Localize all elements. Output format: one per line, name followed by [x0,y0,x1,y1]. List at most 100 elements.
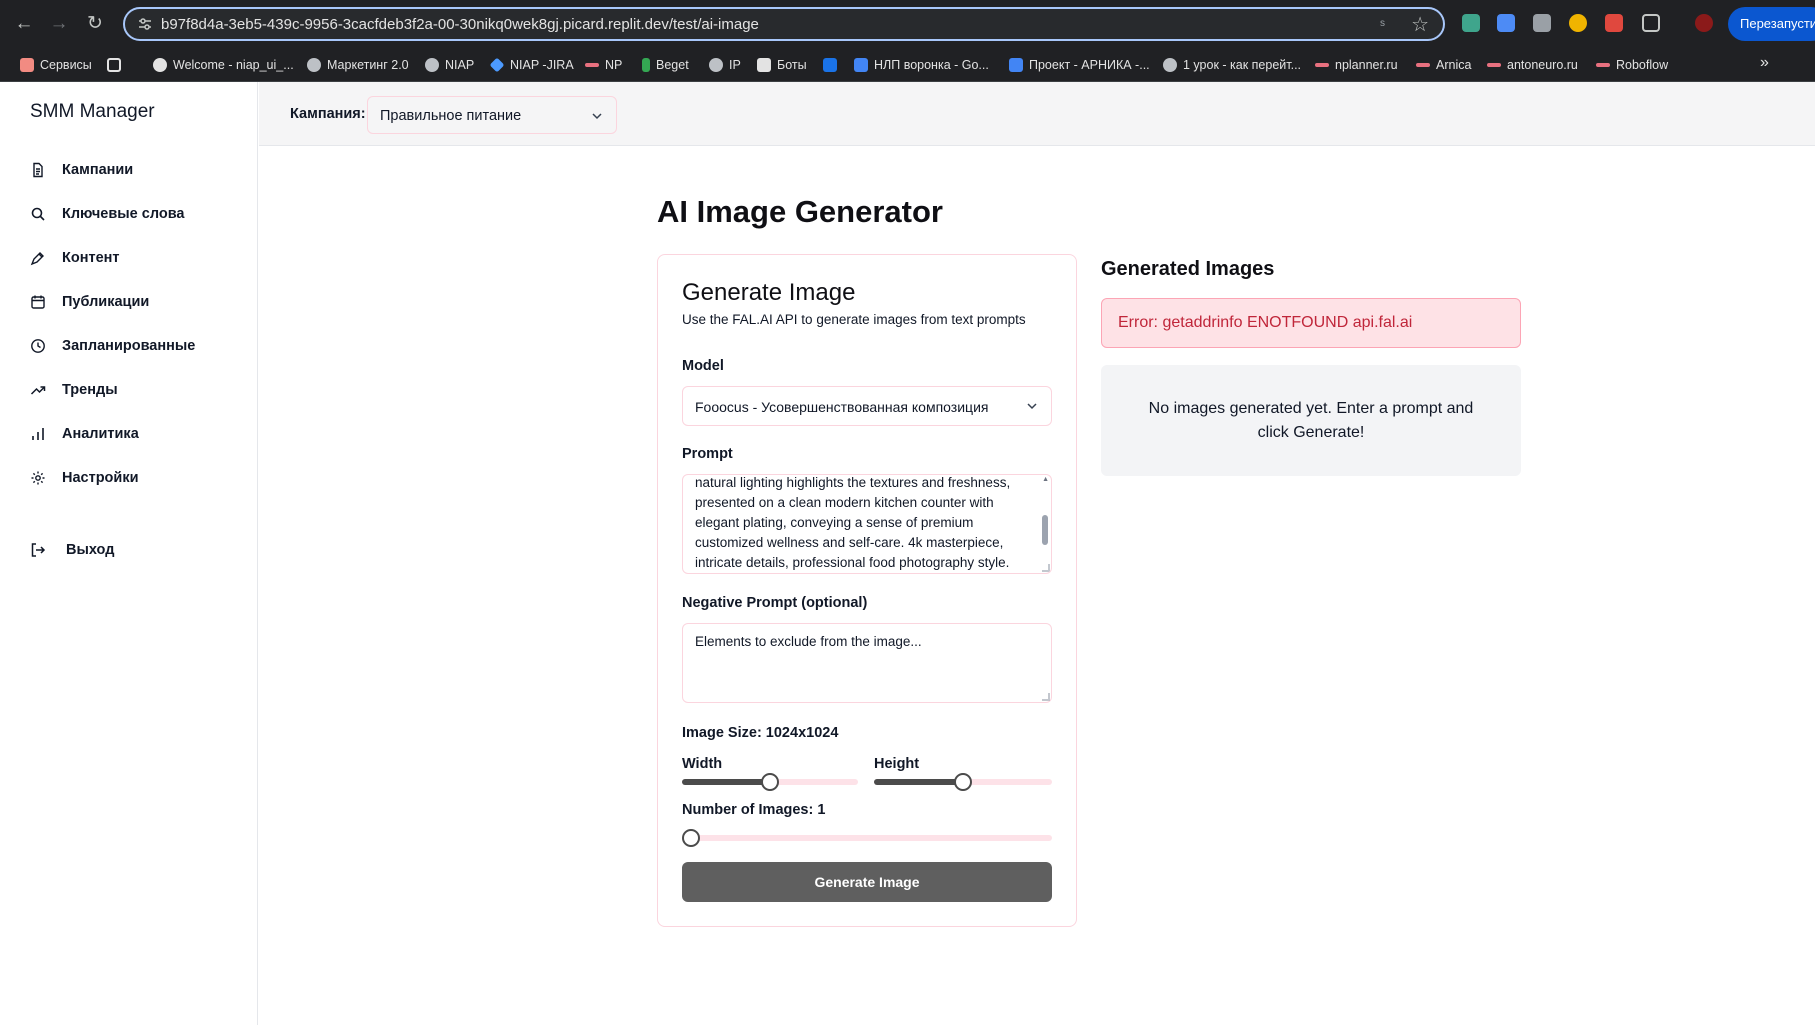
model-label: Model [682,358,724,374]
docs-icon [1009,58,1023,72]
error-alert: Error: getaddrinfo ENOTFOUND api.fal.ai [1101,298,1521,348]
sidebar-item-scheduled[interactable]: Запланированные [30,335,195,357]
sidebar-item-keywords[interactable]: Ключевые слова [30,203,185,225]
extension-camera-icon[interactable] [1533,14,1551,32]
extension-color-icon[interactable] [1569,14,1587,32]
extension-red-icon[interactable] [1605,14,1623,32]
prompt-label: Prompt [682,446,733,462]
height-slider-fill [874,779,963,785]
bookmark-welcome[interactable]: Welcome - niap_ui_... [153,56,294,74]
globe-icon [1163,58,1177,72]
bookmark-marketing[interactable]: Маркетинг 2.0 [307,56,409,74]
bookmark-nplanner[interactable]: nplanner.ru [1315,56,1398,74]
bookmark-bots[interactable]: Боты [757,56,807,74]
error-message: Error: getaddrinfo ENOTFOUND api.fal.ai [1118,314,1413,331]
height-label: Height [874,756,920,772]
extension-image-icon[interactable] [1462,14,1480,32]
empty-state: No images generated yet. Enter a prompt … [1101,365,1521,476]
bar-chart-icon [32,428,44,440]
generate-image-button[interactable]: Generate Image [682,862,1052,902]
campaign-select[interactable]: Правильное питание [367,96,617,134]
profile-hint: s [1380,18,1385,29]
bookmark-beget[interactable]: Beget [642,56,689,74]
campaign-select-value: Правильное питание [380,108,522,124]
pen-icon [30,252,44,266]
sidebar-item-trends[interactable]: Тренды [30,379,118,401]
bookmark-np[interactable]: NP [585,56,622,74]
link-icon [1315,63,1329,67]
height-slider[interactable] [874,773,1052,791]
link-icon [1487,63,1501,67]
extension-screenshot-icon[interactable] [1497,14,1515,32]
prompt-scroll-thumb[interactable] [1042,515,1048,545]
width-slider-thumb[interactable] [761,773,779,791]
bookmark-grid[interactable] [107,56,121,74]
logout-button[interactable]: Выход [30,539,114,561]
bookmark-lesson-1[interactable]: 1 урок - как перейт... [1163,56,1301,74]
sidebar: SMM Manager Кампании Ключевые слова Конт… [0,82,258,1025]
address-bar[interactable]: b97f8d4a-3eb5-439c-9956-3cacfdeb3f2a-00-… [123,7,1445,41]
calendar-icon [31,295,45,309]
sidebar-item-settings[interactable]: Настройки [30,467,139,489]
bookmark-ip[interactable]: IP [709,56,741,74]
bookmark-nlp-funnel[interactable]: НЛП воронка - Go... [854,56,989,74]
sidebar-item-content[interactable]: Контент [30,247,120,269]
bookmark-arnica[interactable]: Arnica [1416,56,1471,74]
reload-icon[interactable]: ↻ [82,11,108,37]
docs-icon [854,58,868,72]
image-size-label: Image Size: 1024x1024 [682,725,839,741]
empty-state-message: No images generated yet. Enter a prompt … [1148,400,1474,441]
url-text[interactable]: b97f8d4a-3eb5-439c-9956-3cacfdeb3f2a-00-… [161,16,759,33]
form-title: Generate Image [682,279,856,306]
profile-avatar-icon[interactable] [1695,14,1713,32]
sidebar-item-analytics[interactable]: Аналитика [30,423,139,445]
image-count-slider-thumb[interactable] [682,829,700,847]
negative-prompt-placeholder: Elements to exclude from the image... [695,634,922,649]
width-label: Width [682,756,723,772]
grid-icon [107,58,121,72]
trello-icon [823,58,837,72]
settings-icon [31,471,45,485]
clock-icon [31,339,45,353]
top-bar: Кампания: Правильное питание [259,82,1815,146]
globe-icon [425,58,439,72]
bookmark-niap[interactable]: NIAP [425,56,474,74]
trending-icon [30,386,46,395]
height-slider-thumb[interactable] [954,773,972,791]
resize-handle-icon[interactable] [1042,564,1050,572]
chevron-down-icon [592,113,602,120]
forward-arrow-icon[interactable]: → [46,11,72,37]
negative-prompt-textarea[interactable]: Elements to exclude from the image... [682,623,1052,703]
bookmark-arnika-project[interactable]: Проект - АРНИКА -... [1009,56,1150,74]
restart-browser-button[interactable]: Перезапустить [1728,7,1815,41]
resize-handle-icon[interactable] [1042,693,1050,701]
width-slider-fill [682,779,770,785]
back-arrow-icon[interactable]: ← [11,11,37,37]
more-bookmarks-icon[interactable]: » [1760,54,1769,72]
model-select[interactable]: Fooocus - Усовершенствованная композиция [682,386,1052,426]
bookmark-antoneuro[interactable]: antoneuro.ru [1487,56,1578,74]
sidebar-item-publications[interactable]: Публикации [30,291,149,313]
prompt-textarea[interactable]: natural lighting highlights the textures… [682,474,1052,574]
apps-icon [20,58,34,72]
generate-form-card: Generate Image Use the FAL.AI API to gen… [657,254,1077,927]
bookmark-services[interactable]: Сервисы [20,56,92,74]
form-subtitle: Use the FAL.AI API to generate images fr… [682,312,1026,327]
scroll-up-icon[interactable]: ▲ [1042,476,1049,483]
bookmark-niap-jira[interactable]: NIAP -JIRA [489,56,574,74]
image-count-label: Number of Images: 1 [682,802,826,818]
chevron-down-icon [1027,403,1037,410]
negative-prompt-label: Negative Prompt (optional) [682,595,868,611]
bookmark-trello[interactable] [823,56,837,74]
image-count-slider[interactable] [682,829,1052,847]
link-icon [585,63,599,67]
bookmark-roboflow[interactable]: Roboflow [1596,56,1668,74]
site-settings-icon[interactable] [137,16,153,32]
jira-icon [489,57,505,73]
bookmark-star-icon[interactable]: ☆ [1411,12,1429,37]
extensions-puzzle-icon[interactable] [1642,14,1660,32]
sidebar-item-campaigns[interactable]: Кампании [30,159,133,181]
width-slider[interactable] [682,773,858,791]
model-select-value: Fooocus - Усовершенствованная композиция [695,399,989,415]
globe-icon [709,58,723,72]
